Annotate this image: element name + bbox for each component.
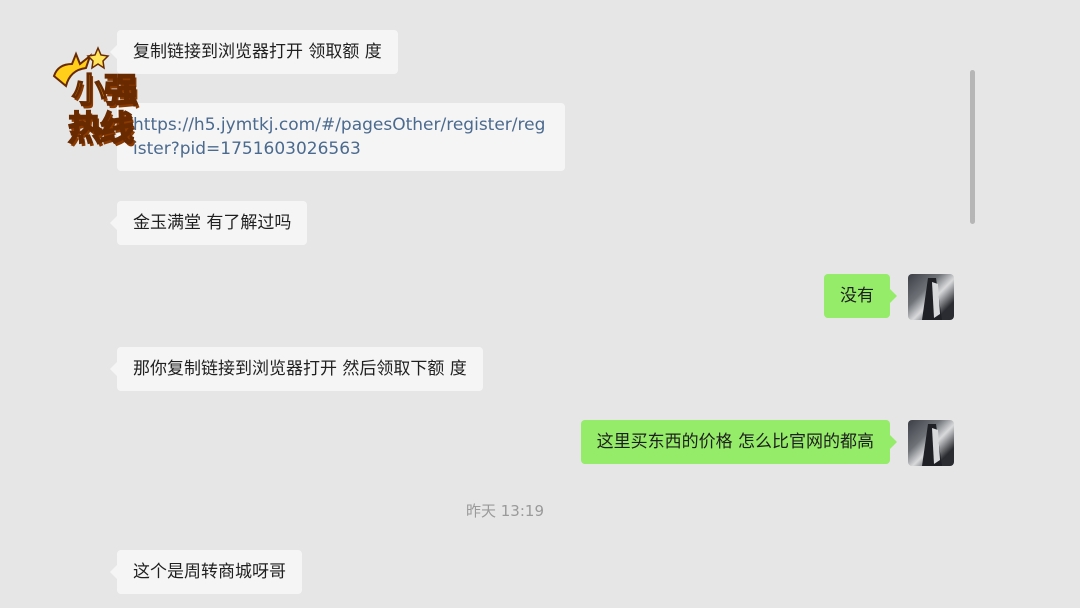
user-avatar-icon[interactable] [908, 274, 954, 320]
message-bubble-incoming[interactable]: 这个是周转商城呀哥 [110, 550, 302, 594]
message-link[interactable]: https://h5.jymtkj.com/#/pagesOther/regis… [133, 115, 545, 159]
message-text: 这里买东西的价格 怎么比官网的都高 [596, 432, 874, 452]
logo-text-line1: 小强 [71, 71, 139, 111]
message-bubble-outgoing[interactable]: 没有 [824, 274, 897, 318]
user-avatar-icon[interactable] [908, 420, 954, 466]
message-text: 那你复制链接到浏览器打开 然后领取下额 度 [133, 359, 467, 379]
xiaoqiang-hotline-logo-icon: 小强 热线 [46, 46, 158, 158]
message-text: 这个是周转商城呀哥 [133, 562, 286, 582]
message-timestamp: 昨天 13:19 [466, 502, 544, 520]
message-bubble-link[interactable]: https://h5.jymtkj.com/#/pagesOther/regis… [110, 103, 565, 171]
message-bubble-incoming[interactable]: 金玉满堂 有了解过吗 [109, 201, 308, 245]
message-text: 复制链接到浏览器打开 领取额 度 [133, 42, 382, 62]
message-text: 没有 [840, 286, 874, 306]
message-bubble-outgoing[interactable]: 这里买东西的价格 怎么比官网的都高 [580, 420, 898, 464]
logo-text-line2: 热线 [67, 109, 135, 149]
scrollbar[interactable] [970, 70, 975, 224]
chat-window: 复制链接到浏览器打开 领取额 度 https://h5.jymtkj.com/#… [0, 0, 1080, 608]
message-text: 金玉满堂 有了解过吗 [133, 213, 292, 233]
message-bubble-incoming[interactable]: 那你复制链接到浏览器打开 然后领取下额 度 [110, 347, 483, 391]
message-bubble-incoming[interactable]: 复制链接到浏览器打开 领取额 度 [110, 30, 398, 74]
